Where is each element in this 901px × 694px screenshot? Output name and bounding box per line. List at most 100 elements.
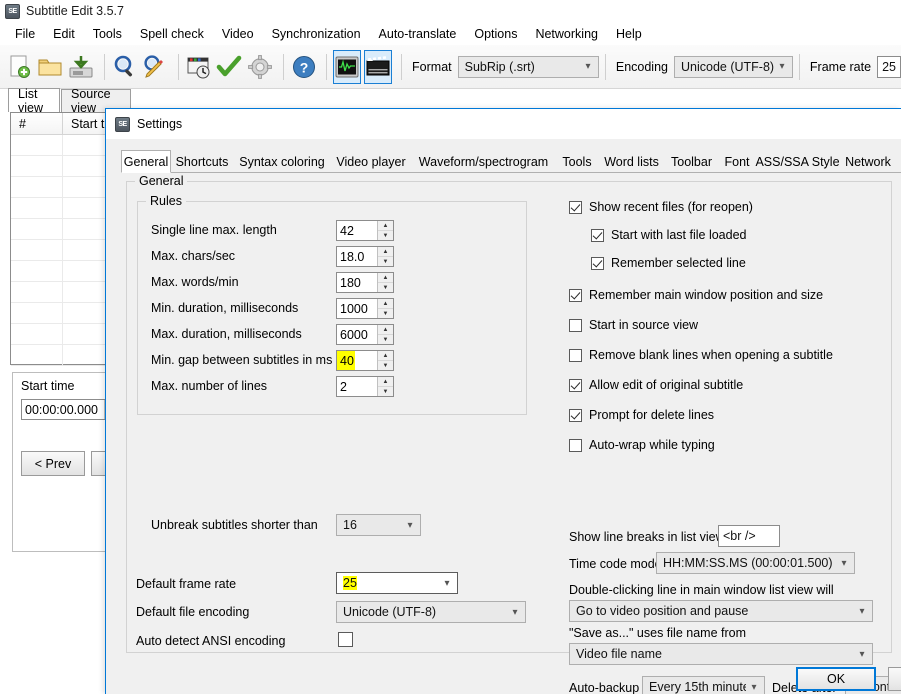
rule-spinner-5[interactable]: 40 ▲ ▼ — [336, 350, 394, 371]
double-click-combo[interactable]: Go to video position and pause ▾ — [569, 600, 873, 622]
option-row-3[interactable]: Remember main window position and size — [569, 288, 823, 302]
spell-check-icon[interactable] — [216, 50, 244, 84]
menu-item-spell-check[interactable]: Spell check — [131, 24, 213, 44]
spinner-down-icon[interactable]: ▼ — [378, 309, 393, 318]
option-row-4[interactable]: Start in source view — [569, 318, 698, 332]
format-combo[interactable]: SubRip (.srt) ▾ — [457, 55, 599, 78]
help-icon[interactable]: ? — [290, 50, 318, 84]
tab-tools[interactable]: Tools — [556, 151, 598, 173]
find-icon[interactable] — [111, 50, 139, 84]
menu-item-networking[interactable]: Networking — [526, 24, 607, 44]
spinner-down-icon[interactable]: ▼ — [378, 335, 393, 344]
default-file-encoding-value: Unicode (UTF-8) — [343, 605, 437, 619]
spinner-buttons[interactable]: ▲ ▼ — [377, 377, 393, 396]
ok-button[interactable]: OK — [796, 667, 876, 691]
tab-font[interactable]: Font — [718, 151, 756, 173]
tab-shortcuts[interactable]: Shortcuts — [171, 151, 233, 173]
column-header-number[interactable]: # — [11, 113, 63, 134]
tab-video-player[interactable]: Video player — [331, 151, 411, 173]
rule-spinner-6[interactable]: 2 ▲ ▼ — [336, 376, 394, 397]
menu-item-tools[interactable]: Tools — [84, 24, 131, 44]
tab-syntax-coloring[interactable]: Syntax coloring — [233, 151, 331, 173]
default-file-encoding-combo[interactable]: Unicode (UTF-8) ▾ — [336, 601, 526, 623]
menu-item-auto-translate[interactable]: Auto-translate — [370, 24, 466, 44]
menu-item-synchronization[interactable]: Synchronization — [263, 24, 370, 44]
settings-gear-icon[interactable] — [246, 50, 274, 84]
option-row-8[interactable]: Auto-wrap while typing — [569, 438, 715, 452]
option-row-7[interactable]: Prompt for delete lines — [569, 408, 714, 422]
default-frame-rate-combo[interactable]: 25 ▾ — [336, 572, 458, 594]
option-row-2[interactable]: Remember selected line — [591, 256, 746, 270]
open-folder-icon[interactable] — [37, 50, 65, 84]
spinner-up-icon[interactable]: ▲ — [378, 351, 393, 361]
fix-common-errors-icon[interactable] — [185, 50, 213, 84]
spinner-down-icon[interactable]: ▼ — [378, 231, 393, 240]
rule-spinner-0[interactable]: 42 ▲ ▼ — [336, 220, 394, 241]
save-icon[interactable] — [67, 50, 95, 84]
replace-icon[interactable] — [141, 50, 169, 84]
double-click-value: Go to video position and pause — [576, 604, 749, 618]
tab-ass-ssa-style[interactable]: ASS/SSA Style — [755, 151, 839, 173]
spinner-up-icon[interactable]: ▲ — [378, 325, 393, 335]
prev-button[interactable]: < Prev — [21, 451, 85, 476]
spinner-up-icon[interactable]: ▲ — [378, 299, 393, 309]
option-checkbox-7[interactable] — [569, 408, 582, 422]
option-row-5[interactable]: Remove blank lines when opening a subtit… — [569, 348, 833, 362]
encoding-combo[interactable]: Unicode (UTF-8) ▾ — [673, 55, 794, 78]
option-checkbox-2[interactable] — [591, 256, 604, 270]
spinner-buttons[interactable]: ▲ ▼ — [377, 351, 393, 370]
rule-spinner-3[interactable]: 1000 ▲ ▼ — [336, 298, 394, 319]
spinner-up-icon[interactable]: ▲ — [378, 273, 393, 283]
framerate-input[interactable]: 25 — [877, 55, 901, 78]
auto-backup-combo[interactable]: Every 15th minute ▾ — [642, 676, 765, 694]
option-checkbox-6[interactable] — [569, 378, 582, 392]
spinner-buttons[interactable]: ▲ ▼ — [377, 299, 393, 318]
spinner-buttons[interactable]: ▲ ▼ — [377, 273, 393, 292]
spinner-down-icon[interactable]: ▼ — [378, 361, 393, 370]
spinner-up-icon[interactable]: ▲ — [378, 221, 393, 231]
option-checkbox-1[interactable] — [591, 228, 604, 242]
tab-waveform-spectrogram[interactable]: Waveform/spectrogram — [411, 151, 556, 173]
new-file-icon[interactable] — [6, 50, 34, 84]
tab-word-lists[interactable]: Word lists — [598, 151, 665, 173]
menu-item-help[interactable]: Help — [607, 24, 651, 44]
tab-general[interactable]: General — [121, 150, 171, 173]
option-checkbox-0[interactable] — [569, 200, 582, 214]
rule-spinner-1[interactable]: 18.0 ▲ ▼ — [336, 246, 394, 267]
option-checkbox-5[interactable] — [569, 348, 582, 362]
menu-item-file[interactable]: File — [6, 24, 44, 44]
menu-item-edit[interactable]: Edit — [44, 24, 84, 44]
rule-label-3: Min. duration, milliseconds — [151, 301, 299, 315]
time-code-mode-combo[interactable]: HH:MM:SS.MS (00:00:01.500) ▾ — [656, 552, 855, 574]
option-checkbox-3[interactable] — [569, 288, 582, 302]
option-row-1[interactable]: Start with last file loaded — [591, 228, 747, 242]
auto-detect-ansi-checkbox[interactable] — [338, 632, 353, 647]
spinner-down-icon[interactable]: ▼ — [378, 283, 393, 292]
spinner-buttons[interactable]: ▲ ▼ — [377, 247, 393, 266]
spinner-up-icon[interactable]: ▲ — [378, 377, 393, 387]
save-as-combo[interactable]: Video file name ▾ — [569, 643, 873, 665]
tab-list-view[interactable]: List view — [8, 87, 60, 115]
menu-item-video[interactable]: Video — [213, 24, 263, 44]
settings-dialog-titlebar: SE Settings — [106, 109, 901, 139]
cancel-button[interactable] — [888, 667, 901, 691]
spinner-buttons[interactable]: ▲ ▼ — [377, 325, 393, 344]
option-checkbox-8[interactable] — [569, 438, 582, 452]
unbreak-value: 16 — [343, 518, 357, 532]
option-row-0[interactable]: Show recent files (for reopen) — [569, 200, 753, 214]
option-row-6[interactable]: Allow edit of original subtitle — [569, 378, 743, 392]
spinner-down-icon[interactable]: ▼ — [378, 387, 393, 396]
line-breaks-input[interactable]: <br /> — [718, 525, 780, 547]
spinner-buttons[interactable]: ▲ ▼ — [377, 221, 393, 240]
option-checkbox-4[interactable] — [569, 318, 582, 332]
menu-item-options[interactable]: Options — [465, 24, 526, 44]
spinner-down-icon[interactable]: ▼ — [378, 257, 393, 266]
unbreak-combo[interactable]: 16 ▾ — [336, 514, 421, 536]
rule-spinner-4[interactable]: 6000 ▲ ▼ — [336, 324, 394, 345]
toggle-waveform-icon[interactable] — [333, 49, 362, 84]
tab-network[interactable]: Network — [839, 151, 897, 173]
toggle-video-icon[interactable] — [364, 49, 393, 84]
tab-toolbar[interactable]: Toolbar — [665, 151, 718, 173]
rule-spinner-2[interactable]: 180 ▲ ▼ — [336, 272, 394, 293]
spinner-up-icon[interactable]: ▲ — [378, 247, 393, 257]
